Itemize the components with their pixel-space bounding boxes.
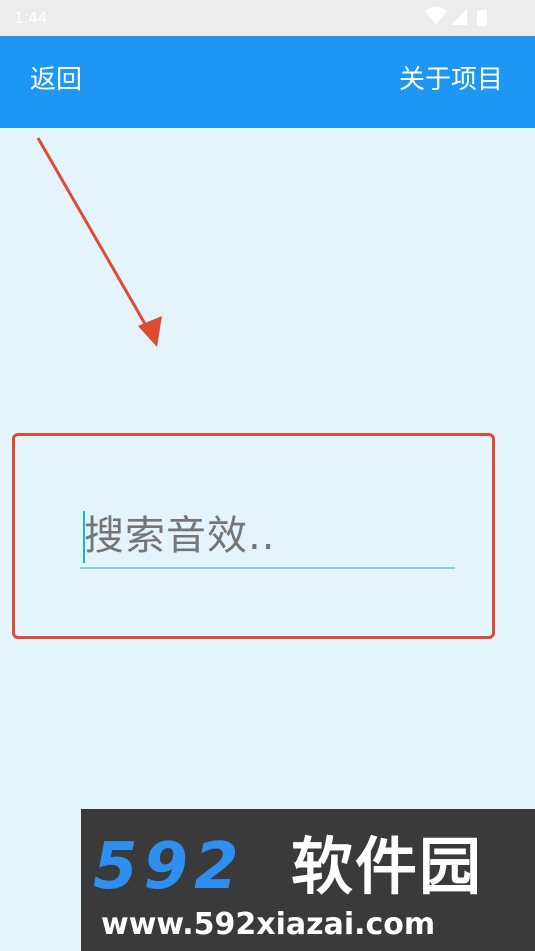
wifi-icon: [425, 7, 447, 25]
search-placeholder: 搜索音效..: [84, 513, 276, 559]
watermark-url: www.592xiazai.com: [101, 907, 436, 942]
arrow-head: [138, 316, 162, 347]
about-project-button[interactable]: 关于项目: [399, 64, 503, 96]
app-bar: 返回 关于项目: [0, 36, 535, 128]
search-input[interactable]: 搜索音效..: [80, 503, 455, 569]
back-button[interactable]: 返回: [30, 64, 82, 96]
watermark-name: 软件园: [291, 830, 484, 903]
status-time: 1:44: [14, 8, 48, 27]
status-icons: [425, 7, 487, 26]
watermark: 592 软件园 www.592xiazai.com: [81, 809, 535, 951]
signal-icon: [451, 9, 467, 25]
status-bar: 1:44: [0, 0, 535, 36]
battery-icon: [477, 10, 487, 26]
arrow-line: [36, 137, 154, 337]
watermark-number: 592: [93, 830, 245, 904]
